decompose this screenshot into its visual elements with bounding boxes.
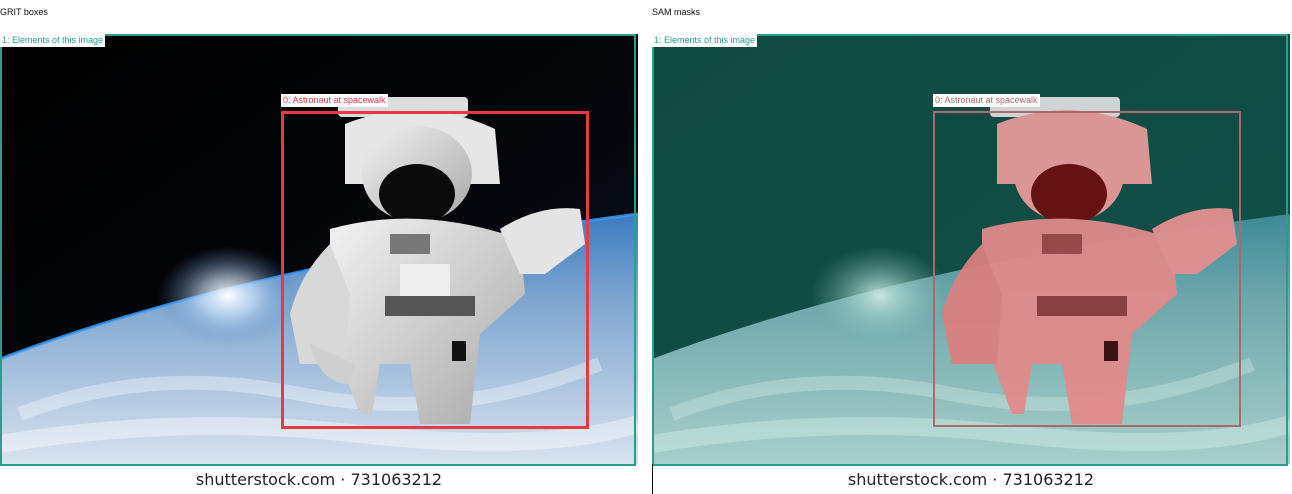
watermark: shutterstock.com · 731063212 — [0, 464, 638, 494]
panel-title-sam: SAM masks — [652, 7, 701, 17]
grit-boxes-panel: shutterstock.com · 731063212 1: Elements… — [0, 34, 638, 494]
watermark: shutterstock.com · 731063212 — [652, 464, 1290, 494]
box-label-scene: 1: Elements of this image — [0, 34, 106, 47]
panel-divider — [652, 464, 653, 494]
sam-masks-panel: shutterstock.com · 731063212 1: Elements… — [652, 34, 1290, 494]
panel-title-grit: GRIT boxes — [0, 7, 48, 17]
box-label-astronaut: 0: Astronaut at spacewalk — [933, 94, 1040, 107]
box-label-astronaut: 0: Astronaut at spacewalk — [281, 94, 388, 107]
box-label-scene: 1: Elements of this image — [652, 34, 758, 47]
